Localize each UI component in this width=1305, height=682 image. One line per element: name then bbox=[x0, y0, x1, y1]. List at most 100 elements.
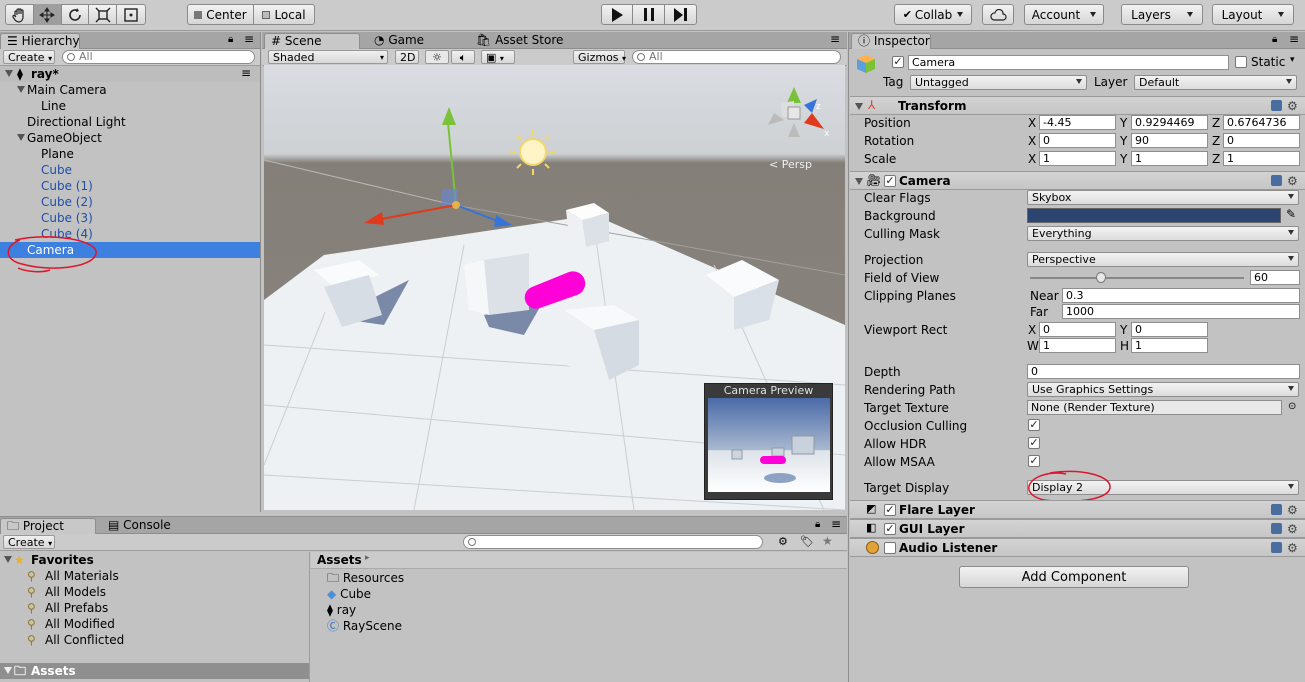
background-color-field[interactable] bbox=[1027, 208, 1281, 223]
tab-scene[interactable]: # Scene bbox=[264, 33, 360, 49]
expand-icon[interactable] bbox=[4, 556, 12, 563]
object-name-field[interactable]: Camera bbox=[908, 55, 1229, 70]
camera-component-header[interactable]: 🎥︎ ✓ Camera ⚙ bbox=[850, 171, 1305, 190]
filter-label-icon[interactable]: 🏷︎ bbox=[800, 535, 814, 548]
favorite-star-icon[interactable]: ★ bbox=[822, 534, 833, 548]
viewport-h-field[interactable]: 1 bbox=[1131, 338, 1208, 353]
hierarchy-item[interactable]: Cube (2) bbox=[0, 194, 260, 210]
transform-component-header[interactable]: ⅄ Transform ⚙ bbox=[850, 96, 1305, 115]
asset-item[interactable]: ◆ Cube bbox=[327, 586, 371, 602]
breadcrumb-item[interactable]: Assets bbox=[317, 553, 362, 567]
clear-flags-dropdown[interactable]: Skybox bbox=[1027, 190, 1299, 205]
gui-layer-component-header[interactable]: ◧ ✓ GUI Layer ⚙ bbox=[850, 519, 1305, 538]
favorite-item[interactable]: ⚲ All Models bbox=[0, 584, 309, 600]
camera-enabled-checkbox[interactable]: ✓ bbox=[884, 175, 896, 187]
hand-tool-icon[interactable] bbox=[6, 4, 34, 25]
expand-icon[interactable] bbox=[4, 667, 12, 674]
collab-dropdown[interactable]: ✔ Collab bbox=[894, 4, 972, 25]
tab-console[interactable]: ▤ Console bbox=[102, 518, 177, 534]
panel-menu-icon[interactable]: ≡ bbox=[830, 32, 840, 46]
gear-icon[interactable]: ⚙ bbox=[1287, 174, 1298, 188]
lock-icon[interactable]: 🔒︎ bbox=[1272, 34, 1277, 45]
gear-icon[interactable]: ⚙ bbox=[1287, 503, 1298, 517]
object-picker-icon[interactable]: ⊙ bbox=[1288, 401, 1296, 412]
rendering-path-dropdown[interactable]: Use Graphics Settings bbox=[1027, 382, 1299, 397]
rotate-tool-icon[interactable] bbox=[62, 4, 90, 25]
viewport-w-field[interactable]: 1 bbox=[1039, 338, 1116, 353]
hierarchy-item[interactable]: Cube (3) bbox=[0, 210, 260, 226]
pause-button[interactable] bbox=[633, 4, 665, 25]
help-icon[interactable] bbox=[1271, 504, 1282, 515]
eyedropper-icon[interactable]: ✎ bbox=[1286, 207, 1296, 221]
hierarchy-search-input[interactable]: All bbox=[62, 50, 255, 64]
cloud-button[interactable] bbox=[982, 4, 1014, 25]
viewport-y-field[interactable]: 0 bbox=[1131, 322, 1208, 337]
help-icon[interactable] bbox=[1271, 523, 1282, 534]
tag-dropdown[interactable]: Untagged bbox=[910, 75, 1087, 90]
scale-x-field[interactable]: 1 bbox=[1039, 151, 1116, 166]
hierarchy-item[interactable]: Main Camera bbox=[0, 82, 260, 98]
2d-toggle[interactable]: 2D bbox=[395, 50, 419, 64]
far-field[interactable]: 1000 bbox=[1062, 304, 1300, 319]
flare-layer-component-header[interactable]: ◩ ✓ Flare Layer ⚙ bbox=[850, 500, 1305, 519]
favorite-item[interactable]: ⚲ All Prefabs bbox=[0, 600, 309, 616]
asset-item[interactable]: Ⓒ RayScene bbox=[327, 618, 402, 634]
foldout-icon[interactable] bbox=[855, 178, 863, 185]
fov-slider-track[interactable] bbox=[1030, 277, 1244, 279]
persp-label[interactable]: < Persp bbox=[769, 158, 812, 171]
projection-dropdown[interactable]: Perspective bbox=[1027, 252, 1299, 267]
project-search-input[interactable] bbox=[463, 535, 763, 549]
lighting-toggle[interactable]: ☼ bbox=[425, 50, 449, 64]
active-checkbox[interactable]: ✓ bbox=[892, 56, 904, 68]
account-dropdown[interactable]: Account bbox=[1024, 4, 1104, 25]
favorite-item[interactable]: ⚲ All Materials bbox=[0, 568, 309, 584]
hierarchy-item[interactable]: Line bbox=[0, 98, 260, 114]
hierarchy-create-button[interactable]: Create ▾ bbox=[3, 50, 55, 64]
lock-icon[interactable]: 🔒︎ bbox=[228, 34, 233, 45]
scene-menu-icon[interactable]: ≡ bbox=[241, 66, 251, 80]
help-icon[interactable] bbox=[1271, 175, 1282, 186]
move-tool-icon[interactable] bbox=[33, 4, 62, 25]
fov-slider-thumb[interactable] bbox=[1095, 272, 1106, 283]
tab-asset-store[interactable]: 🛍︎ Asset Store bbox=[470, 33, 569, 49]
gear-icon[interactable]: ⚙ bbox=[1287, 99, 1298, 113]
culling-mask-dropdown[interactable]: Everything bbox=[1027, 226, 1299, 241]
fov-field[interactable]: 60 bbox=[1250, 270, 1300, 285]
occlusion-checkbox[interactable]: ✓ bbox=[1028, 419, 1040, 431]
assets-root-item[interactable]: 🗀︎ Assets bbox=[0, 663, 309, 679]
near-field[interactable]: 0.3 bbox=[1062, 288, 1300, 303]
static-dropdown-icon[interactable]: ▾ bbox=[1290, 55, 1295, 65]
rotation-y-field[interactable]: 90 bbox=[1131, 133, 1208, 148]
scene-search-input[interactable]: All bbox=[632, 50, 841, 64]
favorite-item[interactable]: ⚲ All Conflicted bbox=[0, 632, 309, 648]
panel-menu-icon[interactable]: ≡ bbox=[1289, 32, 1299, 46]
gui-enabled-checkbox[interactable]: ✓ bbox=[884, 523, 896, 535]
tab-project[interactable]: 🗀︎ Project bbox=[0, 518, 96, 534]
gear-icon[interactable]: ⚙ bbox=[1287, 522, 1298, 536]
favorite-item[interactable]: ⚲ All Modified bbox=[0, 616, 309, 632]
foldout-icon[interactable] bbox=[855, 103, 863, 110]
audio-toggle[interactable]: 🔈︎ bbox=[451, 50, 475, 64]
tab-hierarchy[interactable]: ☰ Hierarchy bbox=[0, 33, 80, 49]
target-texture-field[interactable]: None (Render Texture) bbox=[1027, 400, 1282, 415]
gizmos-dropdown[interactable]: Gizmos ▾ bbox=[573, 50, 626, 64]
hdr-checkbox[interactable]: ✓ bbox=[1028, 437, 1040, 449]
position-z-field[interactable]: 0.6764736 bbox=[1223, 115, 1300, 130]
scene-header-row[interactable]: ⧫ ray* ≡ bbox=[0, 66, 260, 82]
rotation-z-field[interactable]: 0 bbox=[1223, 133, 1300, 148]
asset-item[interactable]: ⧫ ray bbox=[327, 602, 356, 618]
pivot-local-button[interactable]: Local bbox=[254, 5, 314, 24]
audio-listener-component-header[interactable]: Audio Listener ⚙ bbox=[850, 538, 1305, 557]
pivot-center-button[interactable]: Center bbox=[188, 5, 254, 24]
add-component-button[interactable]: Add Component bbox=[959, 566, 1189, 588]
orientation-gizmo[interactable] bbox=[768, 87, 824, 137]
position-y-field[interactable]: 0.9294469 bbox=[1131, 115, 1208, 130]
hierarchy-item[interactable]: Cube bbox=[0, 162, 260, 178]
depth-field[interactable]: 0 bbox=[1027, 364, 1300, 379]
rotation-x-field[interactable]: 0 bbox=[1039, 133, 1116, 148]
hierarchy-item[interactable]: GameObject bbox=[0, 130, 260, 146]
asset-item[interactable]: 🗀︎ Resources bbox=[327, 570, 404, 586]
tab-game[interactable]: ◔ Game bbox=[368, 33, 430, 49]
scale-z-field[interactable]: 1 bbox=[1223, 151, 1300, 166]
static-checkbox[interactable] bbox=[1235, 56, 1247, 68]
